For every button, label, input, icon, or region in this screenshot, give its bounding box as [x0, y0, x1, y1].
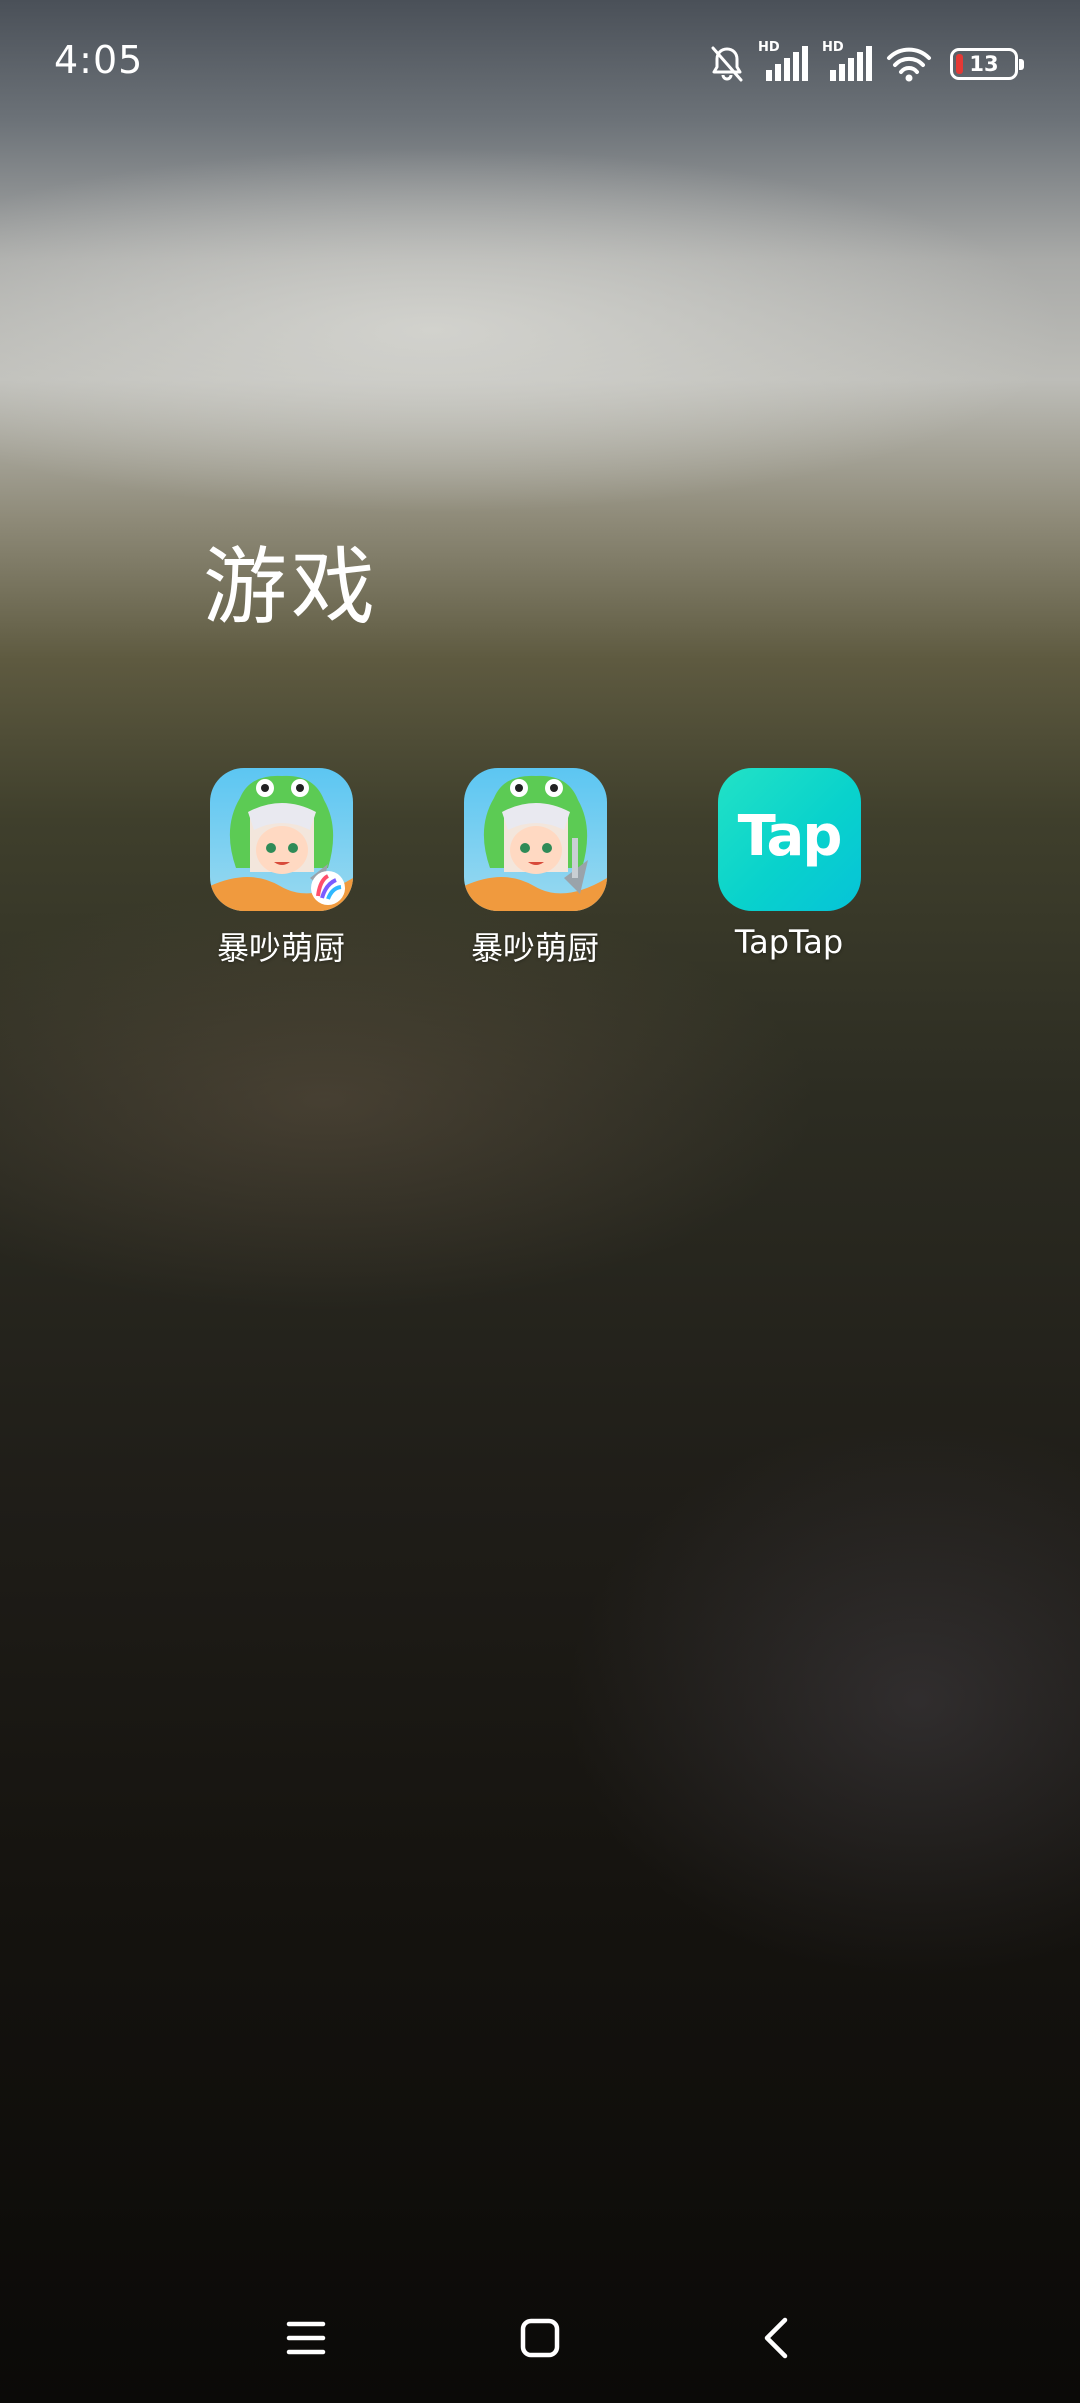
back-button[interactable]: [746, 2310, 806, 2370]
app-label: 暴吵萌厨: [216, 929, 345, 967]
app-taptap[interactable]: Tap TapTap: [689, 768, 889, 961]
signal-hd-icon: HD: [822, 40, 874, 84]
bell-off-icon: [708, 44, 746, 84]
battery-fill: [956, 54, 963, 74]
status-icons: HD HD 13: [708, 40, 1024, 88]
app-label: TapTap: [734, 923, 844, 961]
taptap-logo-text: Tap: [737, 804, 843, 869]
game-character-icon[interactable]: [209, 768, 353, 911]
home-icon: [519, 2317, 561, 2363]
folder-title[interactable]: 游戏: [203, 520, 379, 641]
battery-level: 13: [969, 52, 999, 76]
battery-icon: 13: [950, 48, 1024, 80]
status-bar: 4:05 HD HD 13: [0, 0, 1080, 130]
menu-icon: [286, 2319, 326, 2361]
app-baochao-mengchu-1[interactable]: 暴吵萌厨: [181, 768, 381, 969]
home-button[interactable]: [510, 2310, 570, 2370]
signal-hd-icon: HD: [758, 40, 810, 84]
taptap-icon[interactable]: Tap: [717, 768, 861, 911]
app-label: 暴吵萌厨: [470, 929, 599, 967]
app-baochao-mengchu-2[interactable]: 暴吵萌厨: [435, 768, 635, 969]
navigation-bar: [0, 2290, 1080, 2390]
wifi-icon: [886, 44, 932, 84]
game-character-icon[interactable]: [463, 768, 607, 911]
status-time: 4:05: [54, 38, 144, 82]
back-icon: [761, 2316, 791, 2364]
menu-button[interactable]: [276, 2310, 336, 2370]
